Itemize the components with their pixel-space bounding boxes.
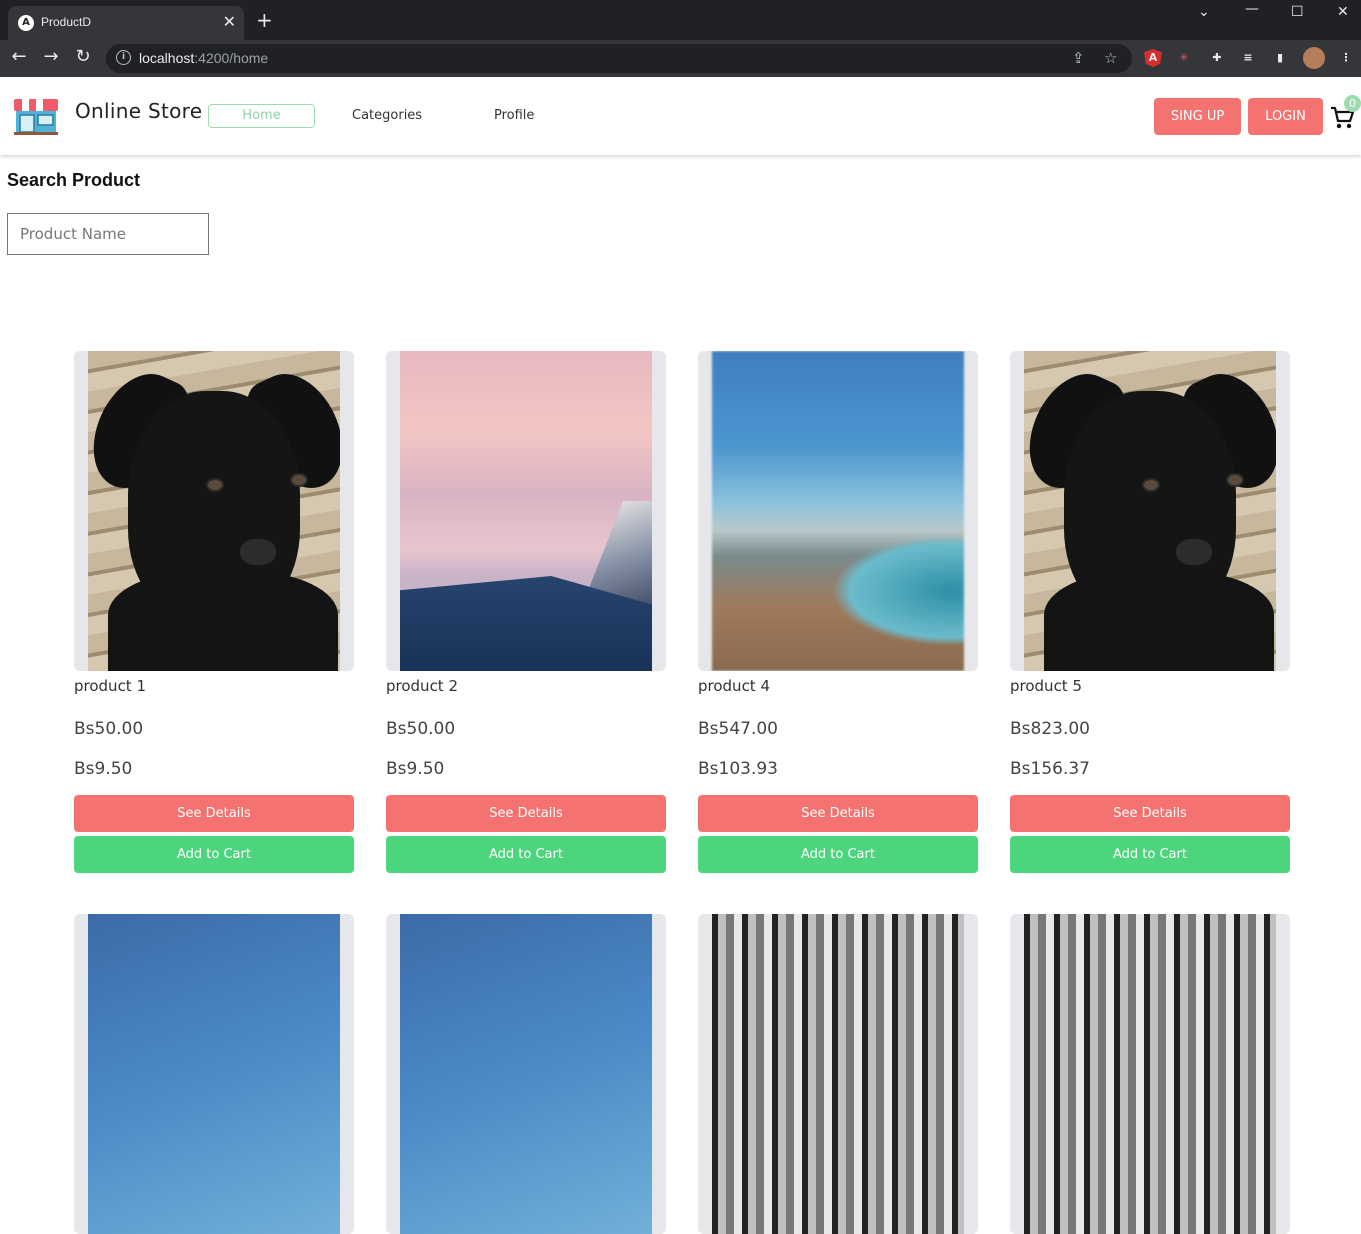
window-close-icon[interactable]: ✕ — [1337, 4, 1349, 20]
product-price: Bs547.00 — [698, 719, 779, 739]
site-info-icon[interactable]: i — [116, 50, 131, 65]
product-price: Bs823.00 — [1010, 719, 1091, 739]
browser-tabbar: A ProductD ✕ + ⌄ — ☐ ✕ — [0, 0, 1361, 40]
product-secondary-price: Bs156.37 — [1010, 759, 1091, 779]
brand-title[interactable]: Online Store — [75, 99, 202, 123]
product-image[interactable] — [400, 914, 652, 1234]
bookmark-star-icon[interactable]: ☆ — [1104, 49, 1117, 67]
profile-avatar[interactable] — [1303, 47, 1325, 69]
product-image[interactable] — [88, 914, 340, 1234]
product-image-frame[interactable] — [698, 351, 978, 671]
product-image[interactable] — [88, 351, 340, 671]
product-secondary-price: Bs9.50 — [386, 759, 445, 779]
see-details-button[interactable]: See Details — [1010, 795, 1290, 832]
maximize-icon[interactable]: ☐ — [1291, 4, 1304, 20]
product-card — [698, 914, 978, 1234]
product-name: product 5 — [1010, 677, 1083, 695]
nav-home[interactable]: Home — [208, 104, 315, 128]
reload-icon[interactable]: ↻ — [72, 46, 94, 68]
side-panel-icon[interactable]: ▮ — [1271, 49, 1289, 67]
address-url[interactable]: localhost:4200/home — [139, 50, 268, 66]
product-image[interactable] — [400, 351, 652, 671]
store-logo-icon[interactable] — [12, 96, 60, 136]
product-image-frame[interactable] — [74, 914, 354, 1234]
see-details-button[interactable]: See Details — [386, 795, 666, 832]
product-image[interactable] — [1024, 351, 1276, 671]
product-secondary-price: Bs103.93 — [698, 759, 779, 779]
product-image-frame[interactable] — [386, 914, 666, 1234]
app-header: Online Store Home Categories Profile SIN… — [0, 77, 1361, 155]
product-search-input[interactable] — [7, 213, 209, 255]
product-price: Bs50.00 — [74, 719, 144, 739]
product-card — [74, 914, 354, 1234]
nav-profile[interactable]: Profile — [494, 108, 534, 123]
product-image[interactable] — [712, 914, 964, 1234]
browser-tab[interactable]: A ProductD ✕ — [8, 6, 244, 40]
product-name: product 2 — [386, 677, 459, 695]
add-to-cart-button[interactable]: Add to Cart — [698, 836, 978, 873]
product-name: product 1 — [74, 677, 147, 695]
angular-favicon-icon: A — [18, 15, 34, 31]
browser-toolbar: ← → ↻ i localhost:4200/home ⇪ ☆ A ✳ ✚ ≡ … — [0, 40, 1361, 77]
product-image-frame[interactable] — [698, 914, 978, 1234]
product-image-frame[interactable] — [1010, 351, 1290, 671]
product-name: product 4 — [698, 677, 771, 695]
extension-icon[interactable]: ✳ — [1175, 49, 1193, 67]
product-card — [386, 914, 666, 1234]
add-to-cart-button[interactable]: Add to Cart — [1010, 836, 1290, 873]
add-to-cart-button[interactable]: Add to Cart — [74, 836, 354, 873]
angular-devtools-icon[interactable]: A — [1144, 49, 1162, 67]
tab-title: ProductD — [41, 15, 92, 29]
nav-categories[interactable]: Categories — [352, 108, 422, 123]
product-image-frame[interactable] — [1010, 914, 1290, 1234]
share-icon[interactable]: ⇪ — [1072, 49, 1085, 67]
address-bar[interactable]: i localhost:4200/home ⇪ ☆ — [106, 44, 1132, 73]
product-image[interactable] — [712, 351, 964, 671]
product-secondary-price: Bs9.50 — [74, 759, 133, 779]
media-controls-icon[interactable]: ≡ — [1239, 49, 1257, 67]
puzzle-extensions-icon[interactable]: ✚ — [1208, 49, 1226, 67]
product-card — [1010, 914, 1290, 1234]
product-image-frame[interactable] — [386, 351, 666, 671]
login-button[interactable]: LOGIN — [1248, 98, 1323, 135]
browser-menu-icon[interactable]: ⋮ — [1337, 49, 1355, 67]
tab-search-icon[interactable]: ⌄ — [1198, 4, 1210, 20]
back-icon[interactable]: ← — [8, 46, 30, 68]
product-image[interactable] — [1024, 914, 1276, 1234]
new-tab-icon[interactable]: + — [256, 10, 273, 30]
see-details-button[interactable]: See Details — [74, 795, 354, 832]
cart-count-badge: 0 — [1344, 95, 1361, 112]
minimize-icon[interactable]: — — [1245, 1, 1259, 17]
product-price: Bs50.00 — [386, 719, 456, 739]
signup-button[interactable]: SING UP — [1154, 98, 1241, 135]
forward-icon[interactable]: → — [40, 46, 62, 68]
see-details-button[interactable]: See Details — [698, 795, 978, 832]
tab-close-icon[interactable]: ✕ — [223, 13, 236, 31]
product-image-frame[interactable] — [74, 351, 354, 671]
search-title: Search Product — [7, 170, 141, 190]
add-to-cart-button[interactable]: Add to Cart — [386, 836, 666, 873]
